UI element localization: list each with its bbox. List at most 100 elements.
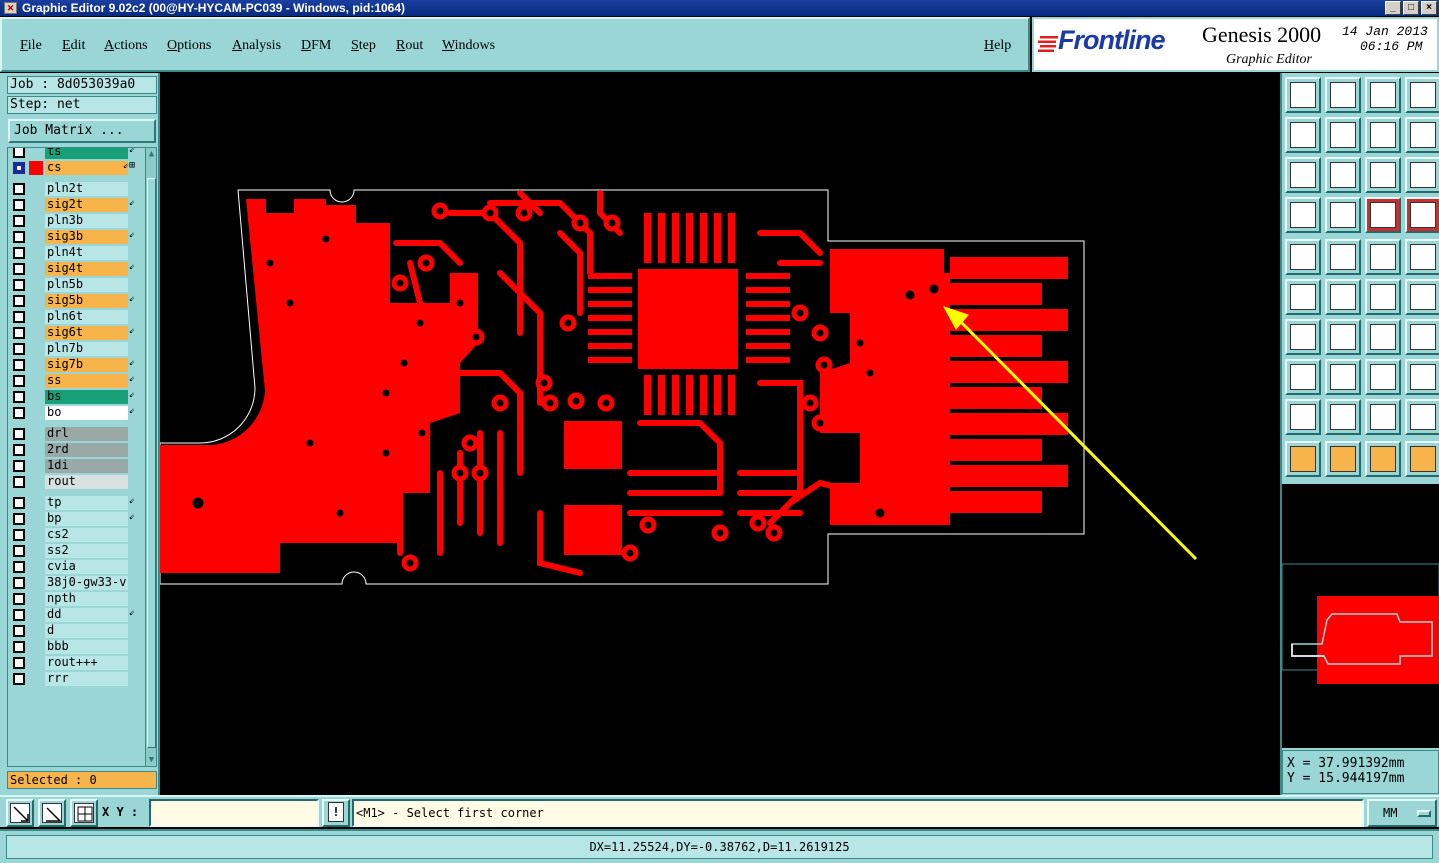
app-icon[interactable]: ✕ <box>4 2 17 14</box>
layer-name[interactable]: ss2 <box>45 544 128 558</box>
select-net-button[interactable] <box>1405 441 1439 477</box>
layer-checkbox[interactable] <box>13 148 25 158</box>
layer-checkbox[interactable] <box>13 391 25 403</box>
layer-row-bp[interactable]: bp ⇙ <box>8 511 136 527</box>
layer-name[interactable]: pln4t <box>45 246 128 260</box>
draw-line-button[interactable] <box>1325 239 1361 275</box>
grid-mode-button[interactable] <box>70 799 98 827</box>
scroll-down-icon[interactable]: ▼ <box>146 754 156 766</box>
layer-row-sig2t[interactable]: sig2t ⇙ <box>8 197 136 213</box>
layer-name[interactable]: sig4t <box>45 262 128 276</box>
layer-row-pln4t[interactable]: pln4t <box>8 245 136 261</box>
cross-button[interactable] <box>1325 279 1361 315</box>
layer-checkbox[interactable] <box>13 295 25 307</box>
triangle-outline-button[interactable] <box>1325 399 1361 435</box>
menu-help[interactable]: Help <box>984 38 1011 54</box>
layer-name[interactable]: ts <box>45 148 128 159</box>
select-polygon-button[interactable] <box>1365 441 1401 477</box>
layer-name[interactable]: bp <box>45 512 128 526</box>
layer-row-d[interactable]: d <box>8 623 136 639</box>
layer-row-ss[interactable]: ss ⇙ <box>8 373 136 389</box>
units-select[interactable]: MM <box>1367 799 1437 827</box>
layer-name[interactable]: 38j0-gw33-v <box>45 576 128 590</box>
snap-mode-button[interactable] <box>6 799 34 827</box>
dimension-button[interactable] <box>1365 359 1401 395</box>
redraw-button[interactable] <box>1405 117 1439 153</box>
layer-name[interactable]: cvia <box>45 560 128 574</box>
menu-step[interactable]: Step <box>351 38 376 54</box>
layer-name[interactable]: d <box>45 624 128 638</box>
select-pointer-button[interactable] <box>1285 441 1321 477</box>
layer-name[interactable]: drl <box>45 427 128 441</box>
triangle-alt-button[interactable] <box>1405 399 1439 435</box>
mirror-button[interactable] <box>1405 319 1439 355</box>
scroll-up-icon[interactable]: ▲ <box>146 148 156 160</box>
undo-zoom-button[interactable] <box>1365 117 1401 153</box>
triangle-button[interactable] <box>1285 399 1321 435</box>
layer-name[interactable]: cs <box>45 161 128 175</box>
layer-row-sig5b[interactable]: sig5b ⇙ <box>8 293 136 309</box>
close-button[interactable]: × <box>1421 1 1437 15</box>
group-button[interactable] <box>1405 359 1439 395</box>
pan-right-button[interactable] <box>1325 117 1361 153</box>
net-layer-button[interactable] <box>1365 197 1401 233</box>
layer-checkbox[interactable] <box>13 407 25 419</box>
layer-name[interactable]: ss <box>45 374 128 388</box>
scroll-thumb[interactable] <box>147 178 156 748</box>
select-box-button[interactable] <box>1325 441 1361 477</box>
layer-list-scrollbar[interactable]: ▲ ▼ <box>145 148 156 766</box>
layer-checkbox[interactable] <box>13 247 25 259</box>
layer-name[interactable]: sig2t <box>45 198 128 212</box>
menu-rout[interactable]: Rout <box>396 38 423 54</box>
rotate-button[interactable] <box>1365 319 1401 355</box>
layer-name[interactable]: 1di <box>45 459 128 473</box>
menu-analysis[interactable]: Analysis <box>232 38 281 54</box>
pad-to-line-button[interactable] <box>1285 359 1321 395</box>
measure-probe-button[interactable] <box>1325 197 1361 233</box>
line-arrow-alt-button[interactable] <box>1405 279 1439 315</box>
layer-checkbox[interactable] <box>13 476 25 488</box>
minimize-button[interactable]: _ <box>1385 1 1401 15</box>
layer-checkbox[interactable] <box>13 577 25 589</box>
angle-button[interactable] <box>1285 319 1321 355</box>
layer-name[interactable]: rout <box>45 475 128 489</box>
layer-checkbox[interactable] <box>13 513 25 525</box>
layer-checkbox[interactable] <box>13 428 25 440</box>
layer-checkbox[interactable] <box>13 199 25 211</box>
layer-checkbox[interactable] <box>13 593 25 605</box>
layer-checkbox[interactable] <box>13 641 25 653</box>
layer-row-ts[interactable]: ts ⇙ <box>8 148 136 160</box>
graphic-canvas[interactable] <box>160 73 1280 795</box>
zoom-1to1-button[interactable] <box>1365 157 1401 193</box>
menu-file[interactable]: File <box>20 38 42 54</box>
split-window-button[interactable] <box>1405 77 1439 113</box>
maximize-button[interactable]: □ <box>1403 1 1419 15</box>
layer-name[interactable]: bo <box>45 406 128 420</box>
layer-row-cvia[interactable]: cvia <box>8 559 136 575</box>
dropdown-icon[interactable] <box>1417 810 1431 817</box>
layer-row-pln2t[interactable]: pln2t <box>8 181 136 197</box>
target-button[interactable] <box>1405 239 1439 275</box>
angle-mode-button[interactable] <box>38 799 66 827</box>
layer-row-dd[interactable]: dd ⇙ <box>8 607 136 623</box>
layer-name[interactable]: sig5b <box>45 294 128 308</box>
layer-row-sig3b[interactable]: sig3b ⇙ <box>8 229 136 245</box>
layer-checkbox[interactable] <box>13 673 25 685</box>
layer-name[interactable]: bbb <box>45 640 128 654</box>
layer-checkbox[interactable] <box>13 444 25 456</box>
layer-row-rout[interactable]: rout <box>8 474 136 490</box>
ruler-button[interactable] <box>1365 239 1401 275</box>
menu-actions[interactable]: Actions <box>104 38 148 54</box>
layer-name[interactable]: rrr <box>45 672 128 686</box>
job-matrix-button[interactable]: Job Matrix ... <box>8 119 156 143</box>
exclaim-button[interactable]: ! <box>322 799 350 827</box>
layer-checkbox[interactable] <box>13 343 25 355</box>
layer-name[interactable]: pln5b <box>45 278 128 292</box>
layer-checkbox[interactable] <box>13 625 25 637</box>
layer-row-tp[interactable]: tp ⇙ <box>8 495 136 511</box>
layer-name[interactable]: sig7b <box>45 358 128 372</box>
layer-row-bo[interactable]: bo ⇙ <box>8 405 136 421</box>
layer-checkbox[interactable] <box>13 183 25 195</box>
pad-select-button[interactable] <box>1285 239 1321 275</box>
menu-dfm[interactable]: DFM <box>301 38 331 54</box>
